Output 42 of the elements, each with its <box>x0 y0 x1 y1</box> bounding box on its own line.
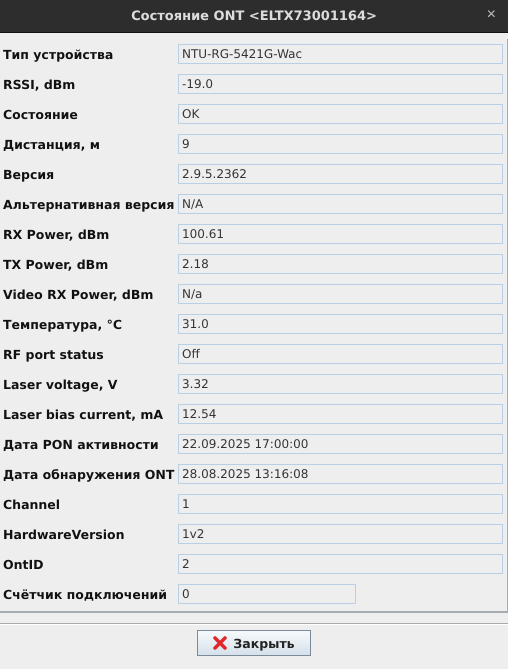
field-label: RX Power, dBm <box>3 226 110 242</box>
field-label: OntID <box>3 556 45 572</box>
field-label: Laser bias current, mA <box>3 406 164 422</box>
value-field[interactable]: 3.32 <box>178 374 503 394</box>
field-label: Laser voltage, V <box>3 376 118 392</box>
value-field[interactable]: -19.0 <box>178 74 503 94</box>
value-field[interactable]: 28.08.2025 13:16:08 <box>178 464 503 484</box>
value-field[interactable]: Off <box>178 344 503 364</box>
value-field[interactable]: 0 <box>178 584 356 604</box>
field-label: Channel <box>3 496 62 512</box>
field-label: Video RX Power, dBm <box>3 286 154 302</box>
close-button[interactable]: Закрыть <box>197 630 311 656</box>
field-label: TX Power, dBm <box>3 256 110 272</box>
field-label: Тип устройства <box>3 46 114 62</box>
value-field[interactable]: 1v2 <box>178 524 503 544</box>
value-field[interactable]: 12.54 <box>178 404 503 424</box>
field-label: Дата PON активности <box>3 436 160 452</box>
value-field[interactable]: 9 <box>178 134 503 154</box>
close-button[interactable]: × <box>484 6 498 24</box>
close-icon <box>213 636 228 650</box>
value-field[interactable]: 2 <box>178 554 503 574</box>
field-label: HardwareVersion <box>3 526 126 542</box>
value-field[interactable]: 31.0 <box>178 314 503 334</box>
value-field[interactable]: N/a <box>178 284 503 304</box>
field-label: Счётчик подключений <box>3 586 168 602</box>
field-label: Дистанция, м <box>3 136 101 152</box>
value-field[interactable]: N/A <box>178 194 503 214</box>
field-label: Температура, °C <box>3 316 124 332</box>
field-label: RSSI, dBm <box>3 76 76 92</box>
value-field[interactable]: NTU-RG-5421G-Wac <box>178 44 503 64</box>
value-field[interactable]: 1 <box>178 494 503 514</box>
value-field[interactable]: 2.18 <box>178 254 503 274</box>
value-field[interactable]: 22.09.2025 17:00:00 <box>178 434 503 454</box>
field-label: Версия <box>3 166 56 182</box>
field-label: Альтернативная версия <box>3 196 176 212</box>
value-field[interactable]: 100.61 <box>178 224 503 244</box>
field-label: RF port status <box>3 346 105 362</box>
field-label: Дата обнаружения ONT <box>3 466 176 482</box>
field-label: Состояние <box>3 106 79 122</box>
window-title: Состояние ONT <ELTX73001164> <box>131 8 377 24</box>
value-field[interactable]: OK <box>178 104 503 124</box>
value-field[interactable]: 2.9.5.2362 <box>178 164 503 184</box>
